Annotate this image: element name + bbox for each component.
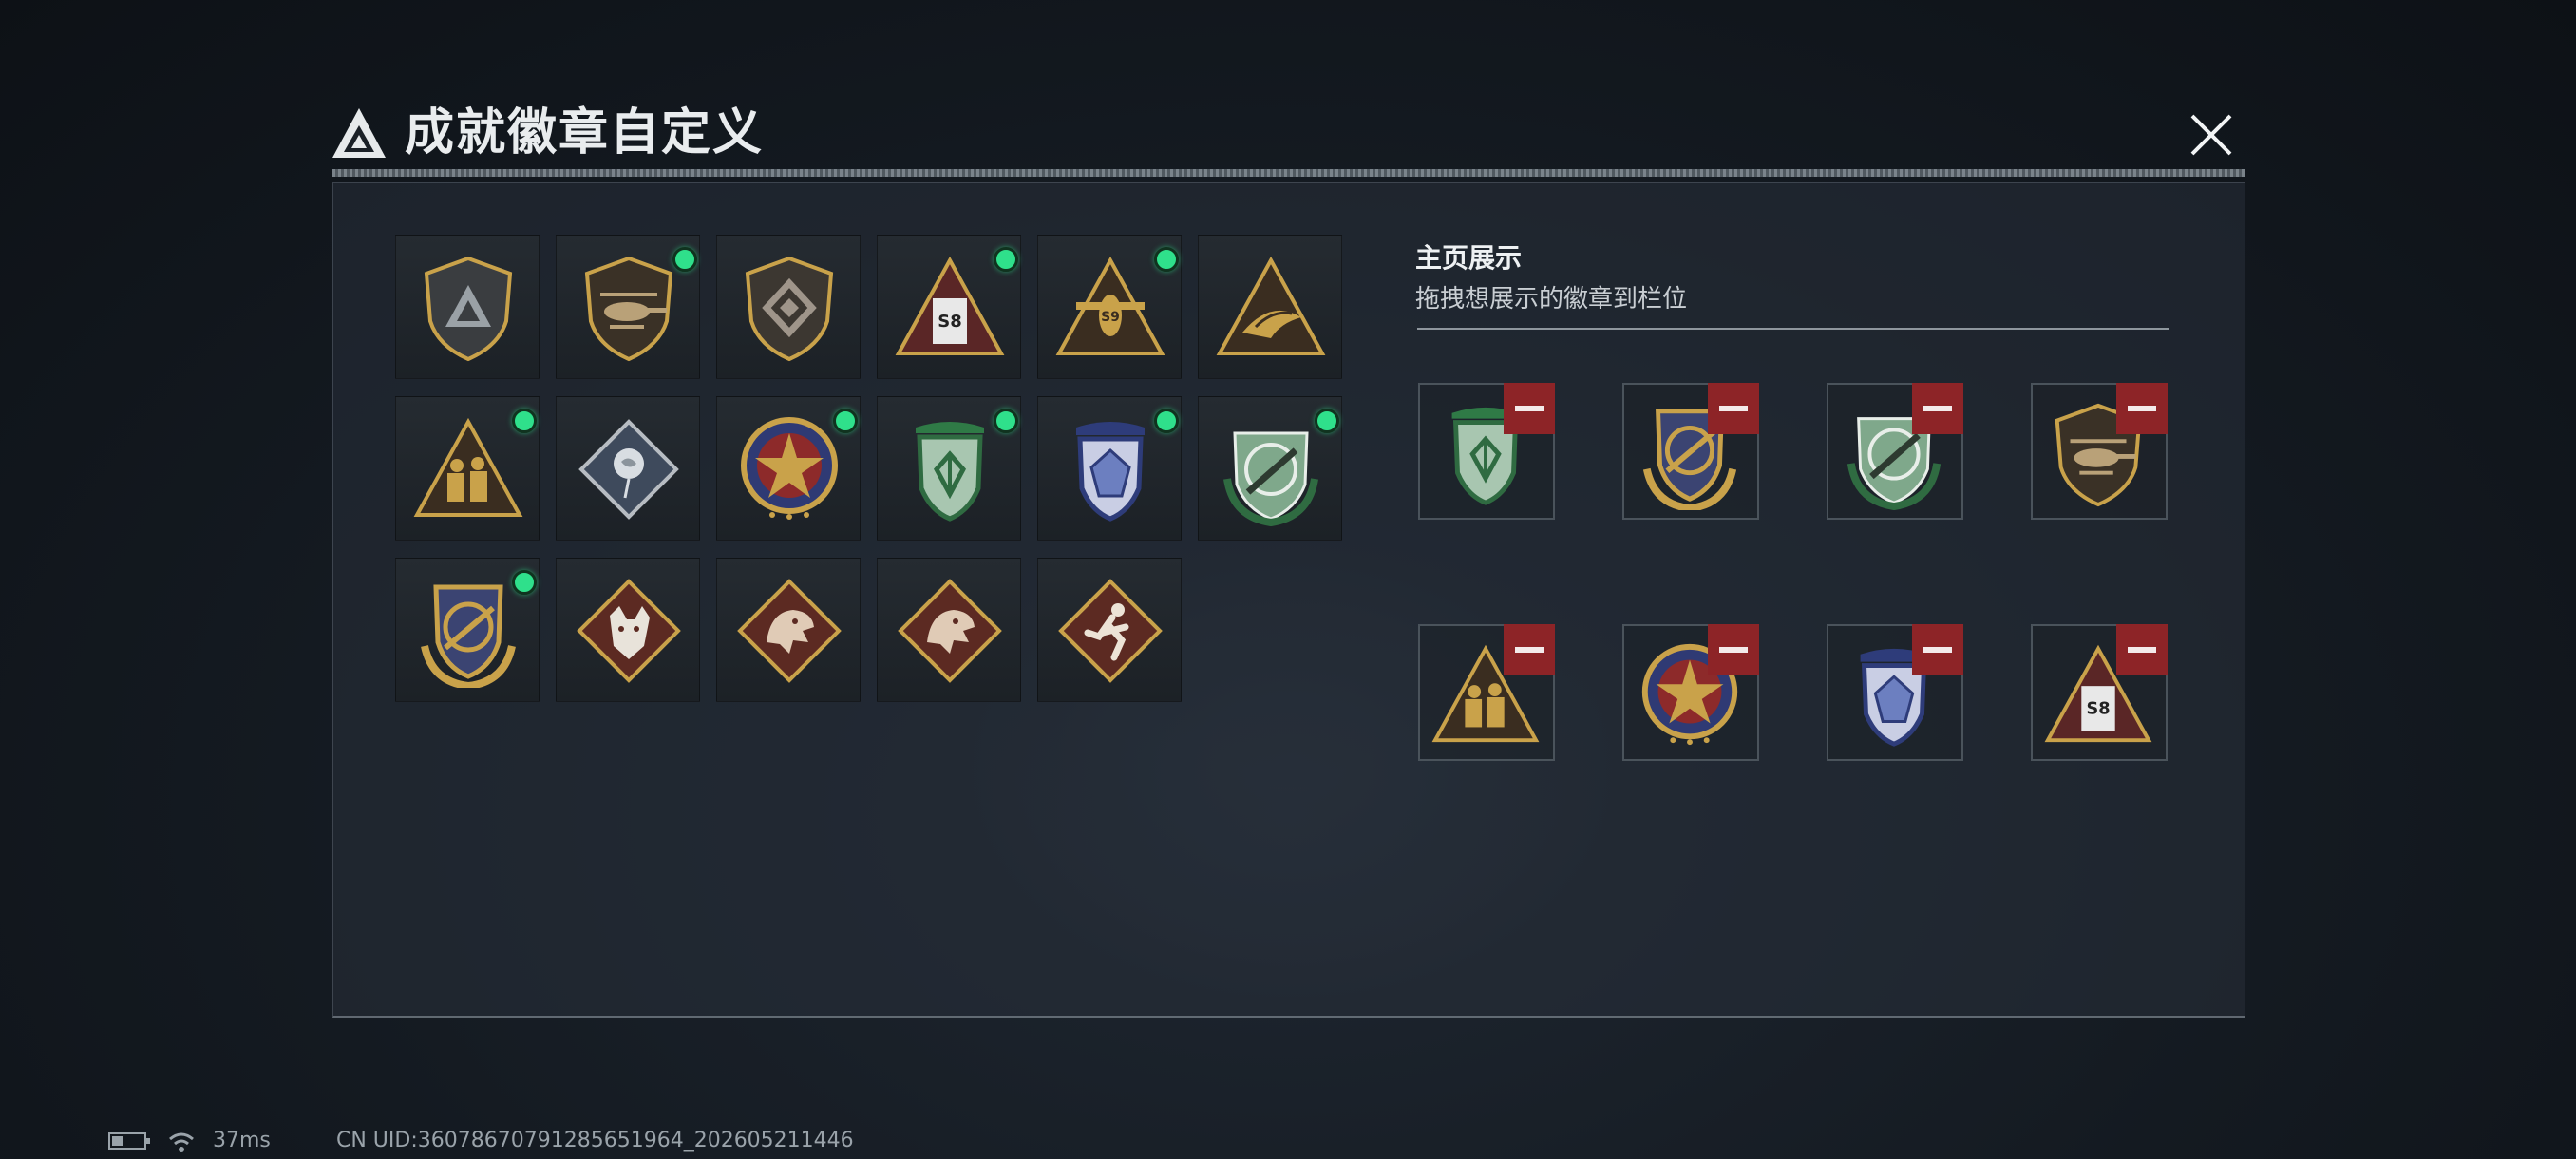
remove-badge-button[interactable] — [1912, 383, 1963, 434]
battery-icon — [108, 1130, 152, 1157]
new-indicator-dot — [1315, 408, 1339, 433]
header-divider — [332, 169, 2245, 177]
ping-text: 37ms — [213, 1129, 271, 1152]
svg-text:S8: S8 — [2086, 700, 2110, 719]
badge-cell[interactable]: S9 — [1037, 235, 1182, 379]
soldiers-triangle-badge-icon — [413, 417, 523, 517]
badge-cell[interactable] — [556, 558, 700, 702]
new-indicator-dot — [512, 570, 537, 595]
badge-cell[interactable] — [556, 235, 700, 379]
new-indicator-dot — [994, 247, 1018, 272]
badge-cell[interactable] — [395, 235, 540, 379]
dragon-diamond-badge-icon — [737, 579, 842, 683]
remove-badge-button[interactable] — [1708, 383, 1759, 434]
helicopter-shield-badge-icon — [584, 256, 673, 362]
close-icon — [2190, 114, 2232, 156]
close-button[interactable] — [2183, 106, 2240, 163]
blue-crystal-shield-badge-icon — [1076, 422, 1145, 522]
star-medal-badge-icon — [741, 417, 838, 520]
remove-badge-button[interactable] — [1912, 624, 1963, 675]
new-indicator-dot — [1154, 247, 1179, 272]
triangle-logo-icon — [332, 108, 386, 158]
showcase-title: 主页展示 — [1415, 242, 1523, 274]
showcase-subtitle: 拖拽想展示的徽章到栏位 — [1415, 285, 1688, 314]
showcase-divider — [1417, 328, 2169, 330]
remove-badge-button[interactable] — [2116, 624, 2168, 675]
new-indicator-dot — [1154, 408, 1179, 433]
bird-triangle-badge-icon — [1216, 256, 1326, 355]
badge-grid: S8 S9 — [395, 235, 1345, 710]
new-indicator-dot — [672, 247, 697, 272]
wifi-icon — [167, 1130, 196, 1159]
badge-cell[interactable] — [877, 558, 1021, 702]
showcase-slot[interactable] — [1418, 383, 1555, 520]
showcase-slot[interactable] — [1622, 383, 1759, 520]
badge-cell[interactable] — [1037, 558, 1182, 702]
badge-cell[interactable] — [1198, 396, 1342, 541]
triangle-logo-shield-badge-icon — [424, 256, 513, 362]
badge-cell[interactable] — [716, 235, 861, 379]
green-rifle-shield-badge-icon — [1223, 431, 1318, 526]
badge-cell[interactable] — [1037, 396, 1182, 541]
badge-cell[interactable] — [1198, 235, 1342, 379]
remove-badge-button[interactable] — [1708, 624, 1759, 675]
showcase-slot[interactable] — [1827, 383, 1963, 520]
crosshair-gold-shield-badge-icon — [421, 584, 516, 688]
badge-cell[interactable] — [395, 558, 540, 702]
s8-building-triangle-badge-icon: S8 — [895, 256, 1005, 355]
rose-diamond-badge-icon — [578, 419, 679, 520]
remove-badge-button[interactable] — [2116, 383, 2168, 434]
svg-text:S9: S9 — [1101, 310, 1120, 325]
remove-badge-button[interactable] — [1504, 383, 1555, 434]
new-indicator-dot — [512, 408, 537, 433]
green-rune-shield-badge-icon — [916, 422, 984, 522]
svg-text:S8: S8 — [938, 312, 962, 332]
new-indicator-dot — [833, 408, 858, 433]
showcase-slot[interactable] — [1418, 624, 1555, 761]
wolf-diamond-badge-icon — [577, 579, 681, 683]
badge-cell[interactable] — [877, 396, 1021, 541]
runner-diamond-badge-icon — [1058, 579, 1163, 683]
badge-cell[interactable] — [716, 558, 861, 702]
dialog-header: 成就徽章自定义 — [331, 95, 2221, 171]
badge-cell[interactable] — [395, 396, 540, 541]
page-title: 成就徽章自定义 — [405, 104, 765, 162]
showcase-slot[interactable]: S8 — [2031, 624, 2168, 761]
remove-badge-button[interactable] — [1504, 624, 1555, 675]
showcase-slot[interactable] — [1622, 624, 1759, 761]
uid-text: CN UID:3607867079128565196​4_20260521144… — [336, 1129, 854, 1152]
diamond-emblem-shield-badge-icon — [745, 256, 834, 362]
new-indicator-dot — [994, 408, 1018, 433]
badge-cell[interactable] — [556, 396, 700, 541]
showcase-slot[interactable] — [2031, 383, 2168, 520]
showcase-slot[interactable] — [1827, 624, 1963, 761]
badge-cell[interactable] — [716, 396, 861, 541]
dragon-diamond-badge-2-icon — [898, 579, 1002, 683]
s9-aircraft-triangle-badge-icon: S9 — [1055, 256, 1165, 355]
badge-cell[interactable]: S8 — [877, 235, 1021, 379]
